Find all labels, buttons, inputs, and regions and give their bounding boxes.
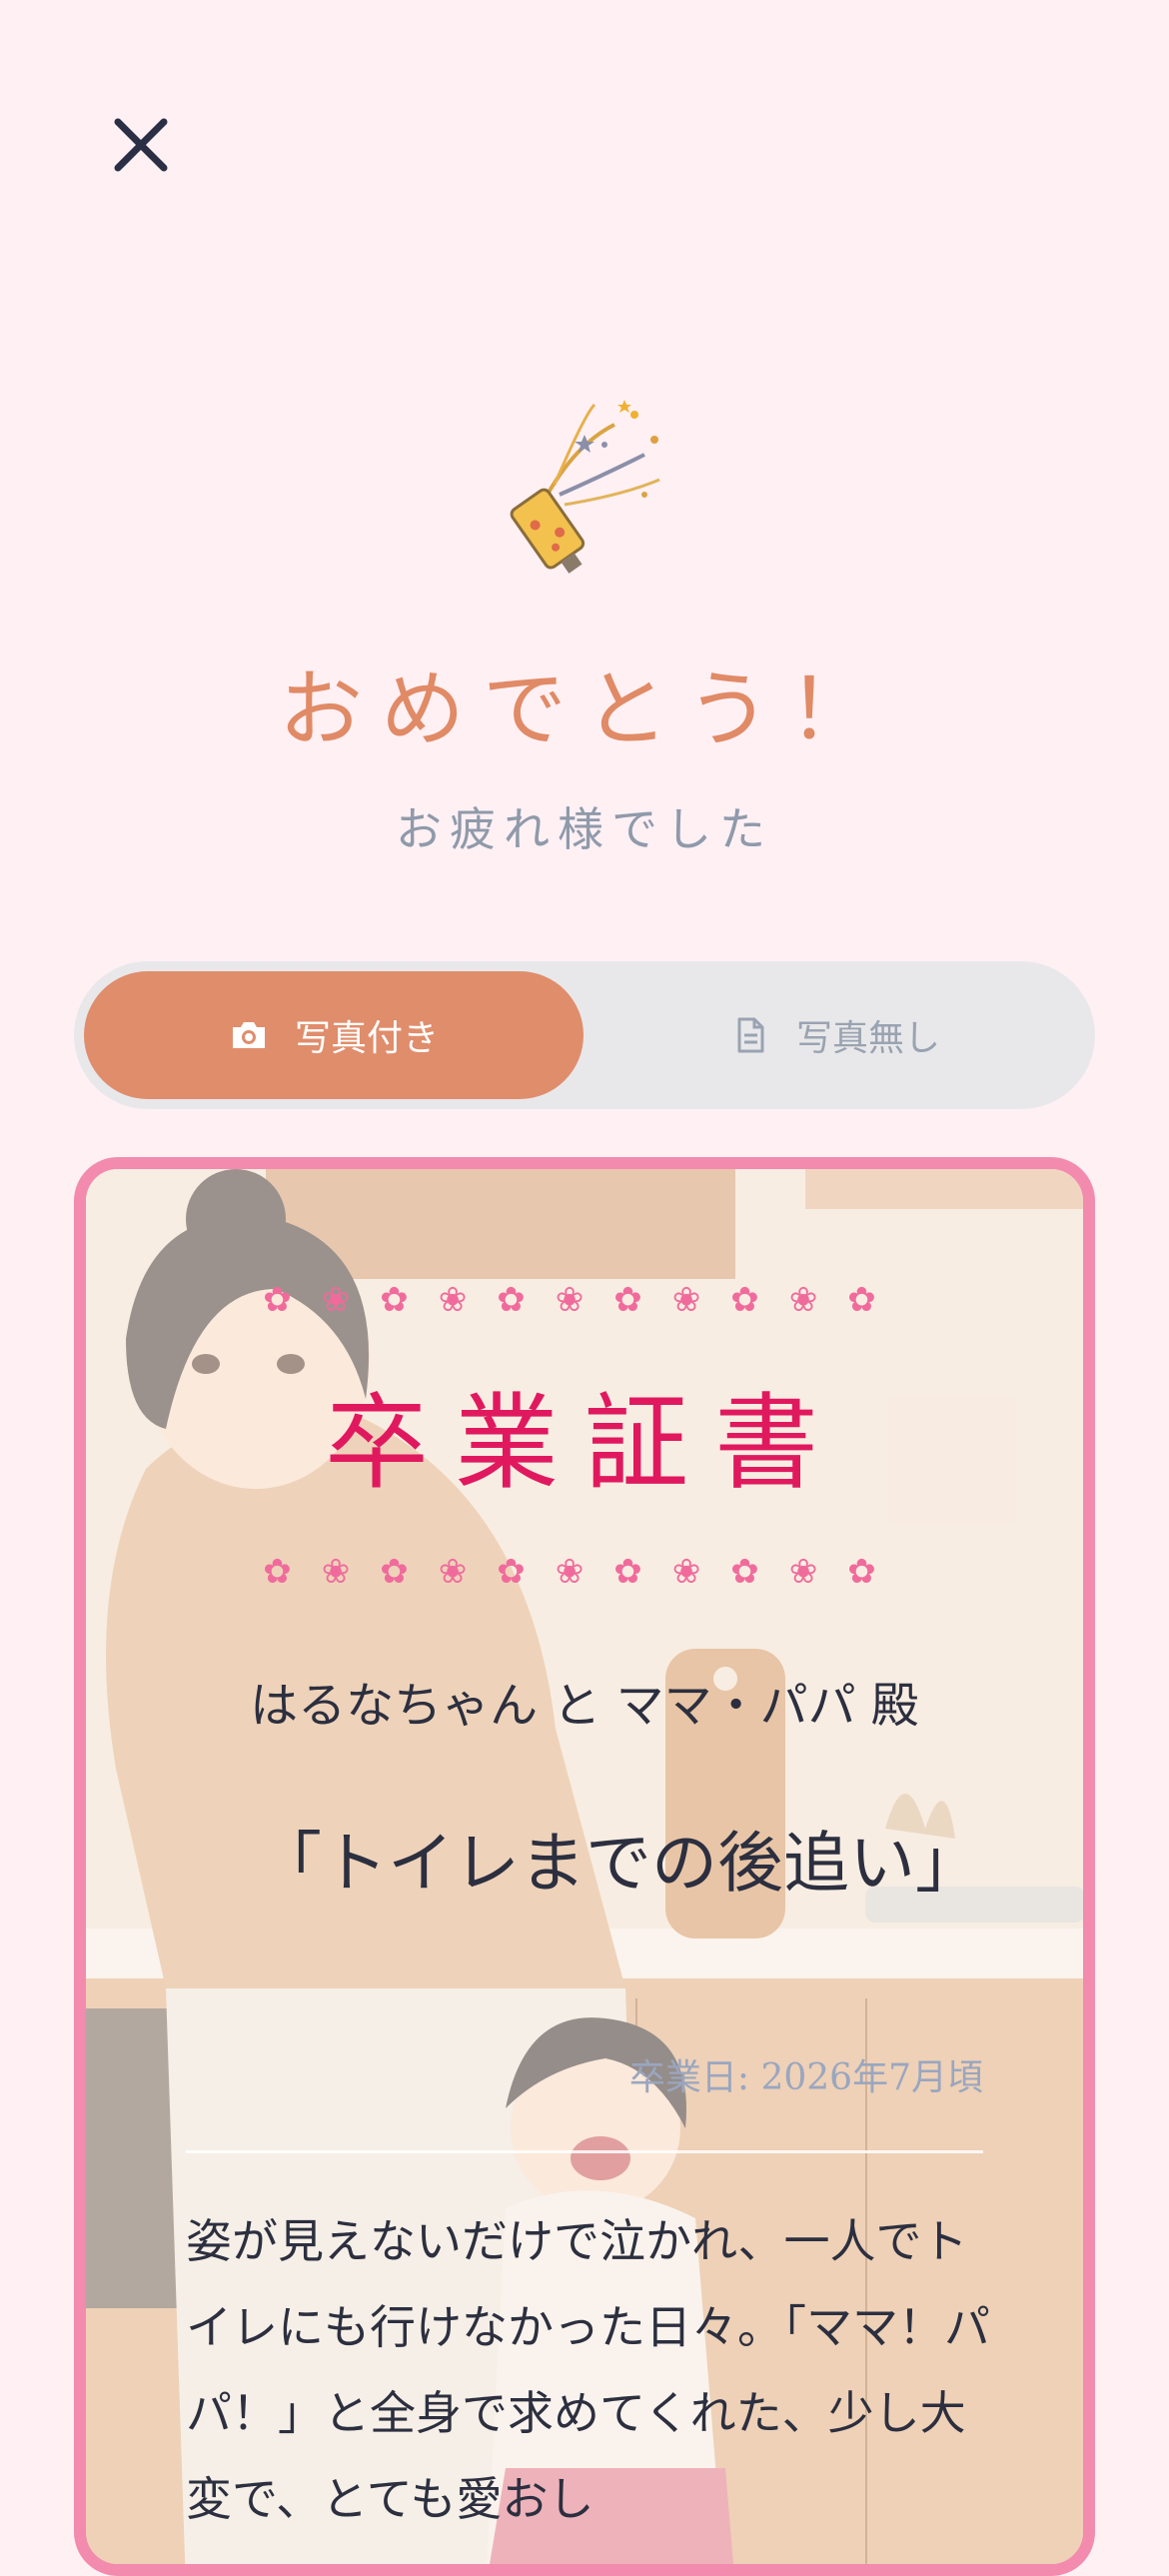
flower-icon: ❀: [671, 1280, 731, 1320]
graduation-date: 卒業日: 2026年7月頃: [628, 2057, 983, 2098]
with-photo-label: 写真付き: [294, 1018, 439, 1059]
without-photo-label: 写真無し: [795, 1018, 940, 1059]
flower-icon: ❀: [788, 1552, 848, 1592]
party-popper-icon: [510, 400, 660, 574]
document-icon: [737, 1017, 764, 1053]
graduation-certificate: ✿❀✿❀✿❀✿❀✿❀✿ 卒業証書 ✿❀✿❀✿❀✿❀✿❀✿ はるなちゃん と ママ…: [74, 1157, 1095, 2576]
flower-row-bottom: ✿❀✿❀✿❀✿❀✿❀✿: [86, 1547, 1083, 1597]
flower-icon: ✿: [497, 1552, 556, 1592]
flower-icon: ❀: [438, 1552, 498, 1592]
flower-icon: ❀: [555, 1280, 614, 1320]
flower-row-top: ✿❀✿❀✿❀✿❀✿❀✿: [86, 1275, 1083, 1325]
flower-icon: ✿: [847, 1552, 906, 1592]
photo-mode-toggle: 写真付き 写真無し: [74, 961, 1095, 1109]
flower-icon: ✿: [613, 1280, 672, 1320]
certificate-divider: [186, 2150, 983, 2153]
close-button[interactable]: [108, 112, 174, 178]
with-photo-tab[interactable]: 写真付き: [84, 971, 584, 1099]
flower-icon: ❀: [321, 1280, 381, 1320]
flower-icon: ❀: [321, 1552, 381, 1592]
congrats-title: おめでとう！: [278, 660, 890, 758]
certificate-message: 姿が見えないだけで泣かれ、一人でトイレにも行けなかった日々。「ママ！パパ！」と全…: [186, 2214, 990, 2526]
flower-icon: ❀: [671, 1552, 731, 1592]
flower-icon: ✿: [380, 1280, 439, 1320]
flower-icon: ✿: [847, 1280, 906, 1320]
camera-icon: [232, 1022, 265, 1048]
flower-icon: ✿: [263, 1552, 322, 1592]
certificate-title: 卒業証書: [324, 1382, 844, 1504]
certificate-recipient: はるなちゃん と ママ・パパ 殿: [250, 1678, 919, 1734]
flower-icon: ✿: [730, 1552, 789, 1592]
flower-icon: ❀: [555, 1552, 614, 1592]
close-icon: [114, 118, 168, 172]
flower-icon: ✿: [380, 1552, 439, 1592]
flower-icon: ✿: [613, 1552, 672, 1592]
flower-icon: ✿: [263, 1280, 322, 1320]
flower-icon: ✿: [497, 1280, 556, 1320]
flower-icon: ❀: [438, 1280, 498, 1320]
flower-icon: ❀: [788, 1280, 848, 1320]
flower-icon: ✿: [730, 1280, 789, 1320]
congrats-subtitle: お疲れ様でした: [396, 802, 773, 856]
certificate-name: 「トイレまでの後追い」: [256, 1825, 981, 1902]
without-photo-tab[interactable]: 写真無し: [585, 971, 1085, 1099]
